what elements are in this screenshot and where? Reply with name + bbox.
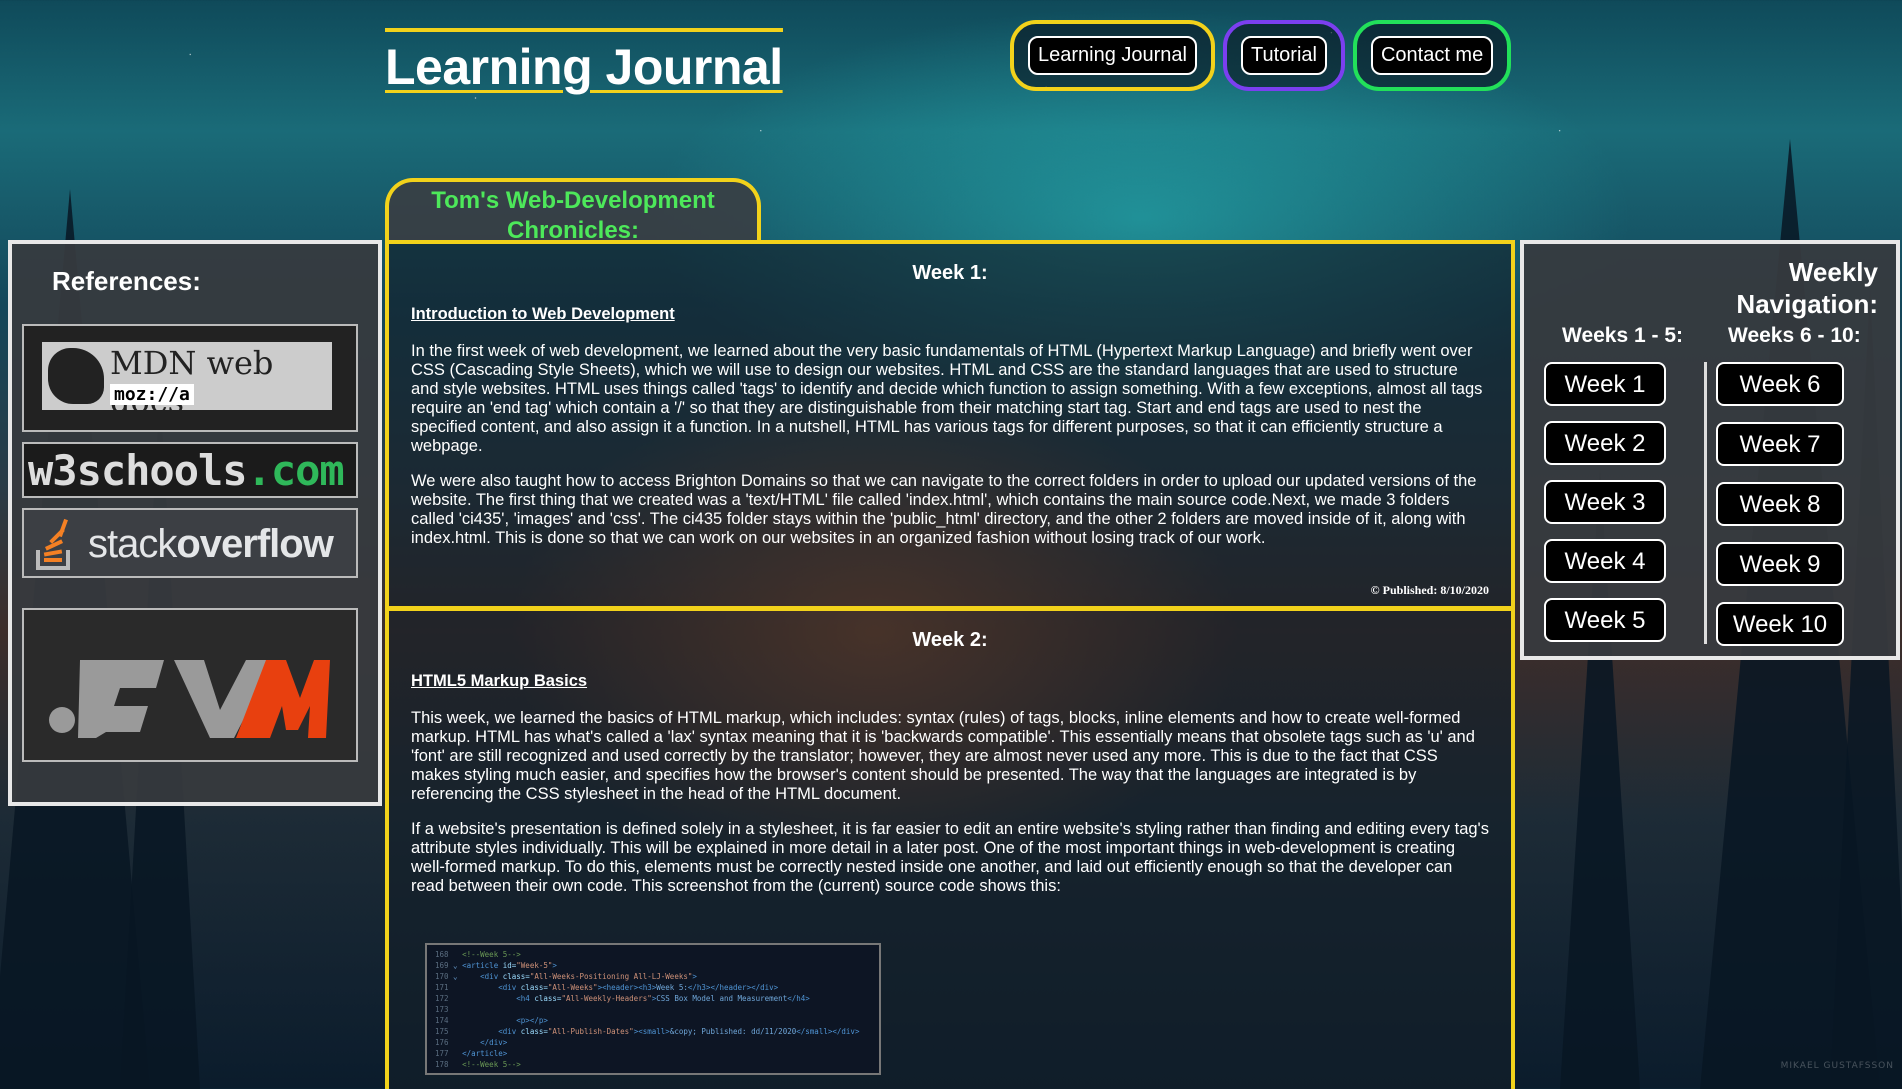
week-8-button[interactable]: Week 8 [1716, 482, 1844, 526]
stackoverflow-logo-text: stackoverflow [88, 522, 334, 567]
w3schools-logo-suffix: .com [246, 446, 345, 495]
week-7-button[interactable]: Week 7 [1716, 422, 1844, 466]
publish-date: © Published: 8/10/2020 [1370, 583, 1489, 597]
stackoverflow-logo-text-a: stack [88, 522, 177, 566]
post-paragraph: In the first week of web development, we… [411, 342, 1483, 455]
post-heading: Week 2: [912, 629, 988, 651]
background-watermark: MIKAEL GUSTAFSSON [1780, 1061, 1894, 1071]
nav-learning-journal-button[interactable]: Learning Journal [1028, 36, 1197, 75]
mdn-logo-text: MDN web docs [110, 344, 274, 420]
mdn-logo-link[interactable]: MDN web docs moz://a [22, 324, 358, 432]
post-paragraph: We were also taught how to access Bright… [411, 472, 1477, 547]
weekly-navigation-heading: Weekly Navigation: [1524, 256, 1878, 320]
weekly-navigation-panel: Weekly Navigation: Weeks 1 - 5: Weeks 6 -… [1520, 240, 1900, 660]
site-title: Learning Journal [385, 28, 783, 96]
nav-pill-learning-journal: Learning Journal [1010, 20, 1215, 91]
mdn-logo: MDN web docs moz://a [42, 342, 332, 420]
week-6-button[interactable]: Week 6 [1716, 362, 1844, 406]
dinosaur-icon [48, 348, 104, 404]
weekly-heading-line2: Navigation: [1736, 289, 1878, 319]
post-heading: Week 1: [912, 262, 988, 284]
week-9-button[interactable]: Week 9 [1716, 542, 1844, 586]
column-divider [1704, 362, 1707, 644]
fvm-logo-link[interactable] [22, 608, 358, 762]
week-3-button[interactable]: Week 3 [1544, 480, 1666, 524]
week-10-button[interactable]: Week 10 [1716, 602, 1844, 646]
nav-contact-button[interactable]: Contact me [1370, 36, 1494, 75]
nav-tutorial-button[interactable]: Tutorial [1241, 36, 1327, 75]
fvm-logo [49, 660, 330, 738]
w3schools-logo: w3schools.com [28, 446, 345, 495]
post-subtitle: Introduction to Web Development [411, 305, 675, 323]
weeks-6-10-heading: Weeks 6 - 10: [1728, 324, 1861, 347]
top-nav: Learning Journal Tutorial Contact me [1010, 20, 1512, 91]
source-code-screenshot: 168 <!--Week 5--> 169 ⌄ <article id="Wee… [425, 943, 881, 1075]
chronicles-title: Tom's Web-Development Chronicles: [385, 178, 761, 244]
weekly-heading-line1: Weekly [1788, 257, 1878, 287]
post-week-2: Week 2: HTML5 Markup Basics This week, w… [385, 607, 1515, 1089]
stackoverflow-icon [36, 518, 70, 570]
week-2-button[interactable]: Week 2 [1544, 421, 1666, 465]
post-week-1: Week 1: Introduction to Web Development … [385, 240, 1515, 610]
post-paragraph: This week, we learned the basics of HTML… [411, 709, 1475, 803]
references-panel: References: MDN web docs moz://a w3schoo… [8, 240, 382, 806]
week-1-button[interactable]: Week 1 [1544, 362, 1666, 406]
weeks-1-5-heading: Weeks 1 - 5: [1562, 324, 1684, 347]
nav-pill-contact: Contact me [1352, 20, 1512, 91]
w3schools-logo-link[interactable]: w3schools.com [22, 442, 358, 498]
references-heading: References: [52, 266, 201, 296]
week-5-button[interactable]: Week 5 [1544, 598, 1666, 642]
post-subtitle: HTML5 Markup Basics [411, 672, 588, 690]
stackoverflow-logo-link[interactable]: stackoverflow [22, 508, 358, 578]
nav-pill-tutorial: Tutorial [1223, 20, 1345, 91]
stackoverflow-logo-text-b: overflow [176, 522, 333, 566]
mozilla-logo-text: moz://a [110, 384, 194, 405]
week-4-button[interactable]: Week 4 [1544, 539, 1666, 583]
w3schools-logo-text: w3schools [28, 446, 248, 495]
post-paragraph: If a website's presentation is defined s… [411, 820, 1489, 895]
